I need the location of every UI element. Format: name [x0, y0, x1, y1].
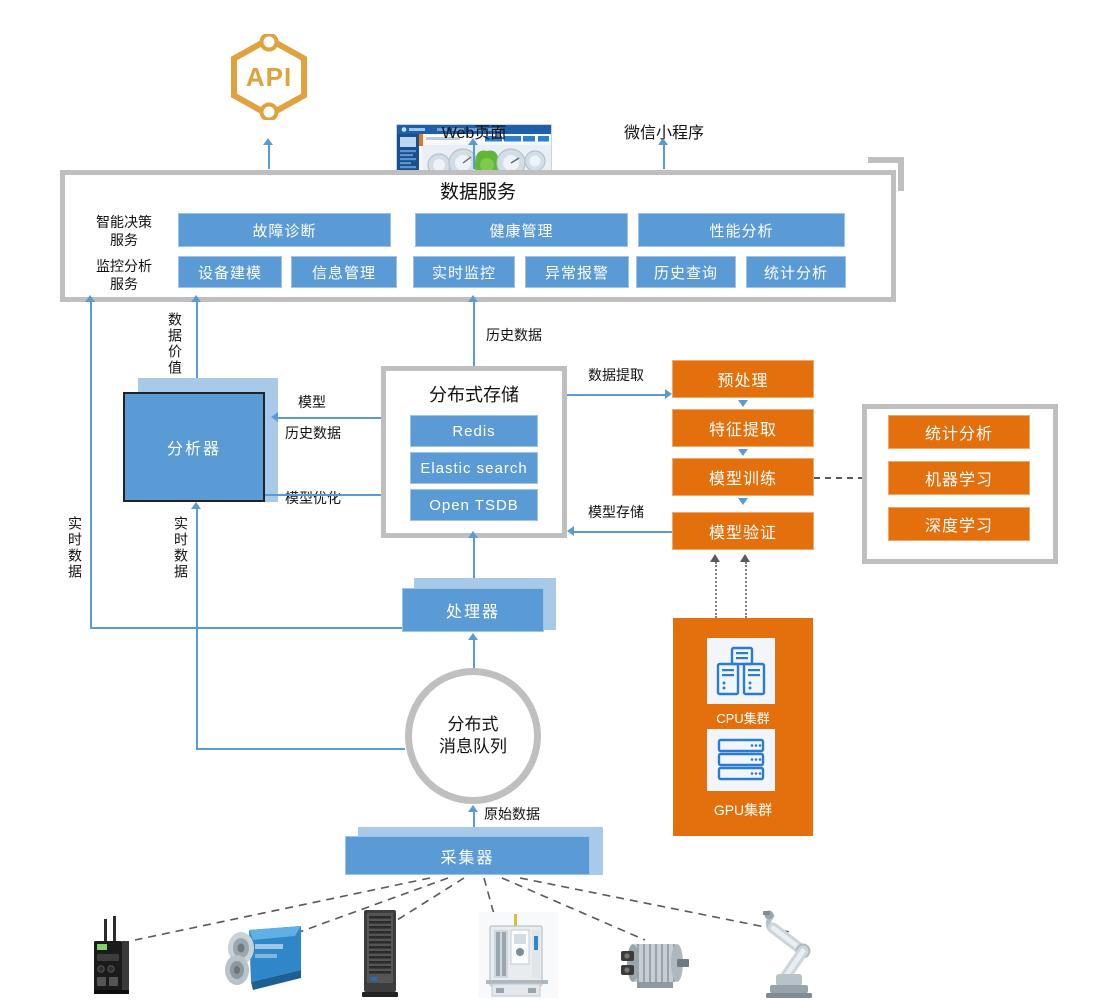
device-cnc-machine — [478, 912, 558, 1001]
device-edge-gateway — [84, 915, 146, 1000]
arrow-service-to-miniprogram — [658, 138, 668, 145]
connector-cpu-to-pipeline — [715, 562, 717, 618]
arrow-realtime-to-analyzer — [191, 502, 201, 509]
arrow-storage-to-analyzer — [271, 412, 278, 422]
algorithm-machine-learning[interactable]: 机器学习 — [888, 461, 1030, 495]
cpu-cluster-label: CPU集群 — [716, 711, 770, 726]
connector-service-to-miniprogram — [663, 145, 665, 169]
cpu-cluster-icon-tile — [707, 638, 775, 704]
label-model: 模型 — [298, 394, 326, 410]
connector-storage-to-preprocess — [567, 394, 665, 396]
service-device-modeling[interactable]: 设备建模 — [178, 256, 282, 288]
algorithm-deep-learning[interactable]: 深度学习 — [888, 507, 1030, 541]
label-raw-data: 原始数据 — [484, 806, 540, 822]
message-queue-label-line2: 消息队列 — [439, 737, 507, 756]
connector-service-to-api — [268, 145, 270, 169]
device-robot-arm — [756, 908, 828, 1001]
label-model-store: 模型存储 — [588, 504, 644, 520]
arrow-collector-to-queue — [468, 805, 478, 812]
data-service-title: 数据服务 — [439, 182, 516, 204]
arrow-service-to-web — [468, 138, 478, 145]
device-pump-motor — [215, 918, 307, 1001]
connector-storage-to-service — [473, 302, 475, 366]
algorithm-statistical-analysis[interactable]: 统计分析 — [888, 415, 1030, 449]
arrow-validate-to-storage — [567, 526, 574, 536]
decision-service-row-label: 智能决策 服务 — [78, 214, 170, 249]
connector-queue-to-left-trunk — [196, 748, 405, 750]
decision-service-row-label-line2: 服务 — [110, 231, 138, 248]
monitor-service-row-label-line1: 监控分析 — [96, 258, 152, 274]
label-data-value: 数据价值 — [167, 312, 183, 376]
service-statistical-analysis[interactable]: 统计分析 — [746, 256, 846, 288]
monitor-service-row-label-line2: 服务 — [110, 275, 138, 292]
arrow-feature-to-training — [738, 449, 748, 456]
electric-motor-icon — [621, 944, 689, 988]
service-info-management[interactable]: 信息管理 — [291, 256, 397, 288]
label-data-extract: 数据提取 — [588, 367, 644, 383]
analyzer-node[interactable]: 分析器 — [123, 392, 265, 502]
service-performance-analysis[interactable]: 性能分析 — [638, 213, 845, 247]
api-label: API — [245, 61, 293, 92]
arrow-storage-to-preprocess — [665, 389, 672, 399]
processor-node[interactable]: 处理器 — [402, 588, 544, 632]
distributed-storage-title: 分布式存储 — [429, 384, 519, 405]
label-realtime-data-left: 实时数据 — [67, 516, 83, 580]
cnc-machine-icon — [478, 912, 558, 998]
label-history-data-top: 历史数据 — [486, 327, 542, 343]
message-queue-label-line1: 分布式 — [447, 714, 499, 734]
arrow-processor-to-storage — [468, 531, 478, 538]
arrow-analyzer-to-service — [191, 295, 201, 302]
gpu-cluster-icon-tile — [707, 729, 775, 791]
architecture-diagram: API Web页面 微信小程序 数据服务 智能决策 服务 监控分析 服务 故障诊… — [0, 0, 1104, 1001]
arrow-preprocess-to-feature — [738, 400, 748, 407]
device-electric-motor — [615, 934, 691, 1001]
pipeline-feature-extraction[interactable]: 特征提取 — [672, 409, 814, 447]
pump-motor-icon — [225, 926, 301, 990]
arrow-training-to-validation — [738, 498, 748, 505]
server-tower-icon — [716, 646, 766, 696]
storage-engine-elasticsearch[interactable]: Elastic search — [410, 452, 538, 484]
pipeline-model-training[interactable]: 模型训练 — [672, 458, 814, 496]
storage-engine-redis[interactable]: Redis — [410, 415, 538, 447]
api-client-node: API — [228, 32, 310, 122]
arrow-storage-to-service — [468, 295, 478, 302]
device-server-cabinet — [358, 908, 406, 1001]
message-queue-node[interactable]: 分布式 消息队列 — [405, 668, 541, 804]
server-cabinet-icon — [362, 910, 398, 997]
connector-storage-to-analyzer — [278, 417, 388, 419]
connector-analyzer-to-storage — [265, 494, 383, 496]
collector-node[interactable]: 采集器 — [345, 836, 590, 875]
decision-service-row-label-line1: 智能决策 — [96, 214, 152, 230]
pipeline-model-validation[interactable]: 模型验证 — [672, 512, 814, 550]
pipeline-preprocess[interactable]: 预处理 — [672, 360, 814, 398]
gpu-cluster-label: GPU集群 — [713, 802, 773, 818]
label-history-data-mid: 历史数据 — [285, 425, 341, 441]
arrow-cpu-to-pipeline — [710, 554, 720, 562]
service-health-management[interactable]: 健康管理 — [415, 213, 628, 247]
connector-validate-to-storage — [574, 531, 672, 533]
monitor-service-row-label: 监控分析 服务 — [78, 258, 170, 293]
analyzer-label: 分析器 — [166, 441, 221, 458]
arrow-left-trunk-to-service — [85, 295, 95, 302]
robot-arm-icon — [763, 910, 812, 998]
service-fault-diagnosis[interactable]: 故障诊断 — [178, 213, 391, 247]
service-history-query[interactable]: 历史查询 — [636, 256, 736, 288]
edge-gateway-icon — [94, 916, 129, 994]
label-model-optimize: 模型优化 — [285, 490, 341, 506]
label-realtime-data-mid: 实时数据 — [173, 516, 189, 580]
connector-training-to-algorithms — [814, 477, 864, 479]
storage-engine-opentsdb[interactable]: Open TSDB — [410, 489, 538, 521]
connector-gpu-to-pipeline — [745, 562, 747, 618]
connector-service-to-web — [473, 145, 475, 169]
service-anomaly-alarm[interactable]: 异常报警 — [525, 256, 629, 288]
server-rack-icon — [717, 738, 765, 781]
connector-analyzer-to-service — [196, 302, 198, 390]
arrow-gpu-to-pipeline — [740, 554, 750, 562]
connector-left-trunk — [90, 302, 92, 628]
connector-realtime-to-analyzer — [196, 509, 198, 749]
service-realtime-monitoring[interactable]: 实时监控 — [413, 256, 515, 288]
arrow-service-to-api — [263, 138, 273, 145]
arrow-queue-to-processor — [468, 633, 478, 640]
